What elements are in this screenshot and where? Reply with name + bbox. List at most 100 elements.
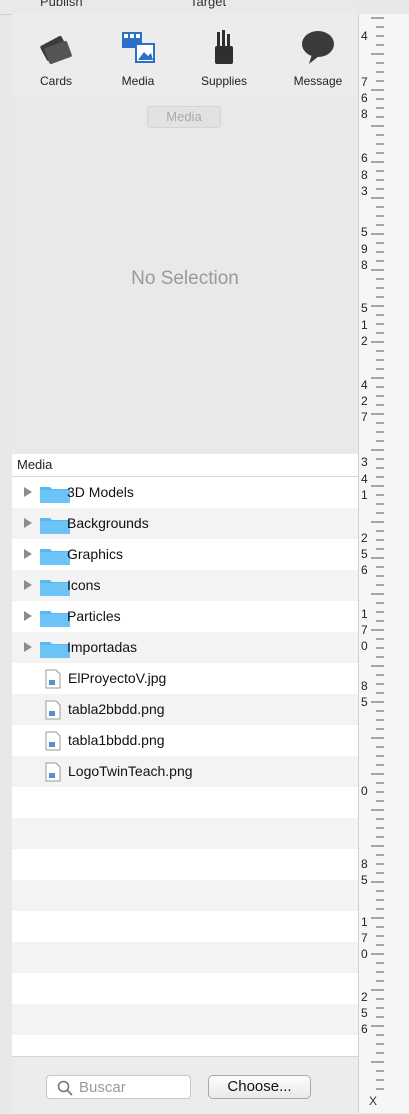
toolbar-button-cards[interactable]: Cards xyxy=(16,26,96,88)
ruler-digit: 7 xyxy=(361,75,368,89)
ruler-digit: 0 xyxy=(361,947,368,961)
folder-label: Icons xyxy=(67,577,101,593)
ruler-digit: 5 xyxy=(361,873,368,887)
folder-label: Graphics xyxy=(67,546,124,562)
image-file-icon xyxy=(45,669,61,689)
disclosure-triangle-icon[interactable] xyxy=(24,549,32,559)
media-library: Media 3D Models Backgrounds Graphics Ico… xyxy=(12,454,358,1066)
empty-row xyxy=(12,818,358,849)
ruler-digit: 1 xyxy=(361,488,368,502)
message-icon xyxy=(302,31,334,64)
bottom-bar: Buscar Choose... xyxy=(12,1056,358,1114)
ruler-ticks: 4 7 6 8 6 8 3 5 9 8 5 1 2 4 2 7 3 4 1 2 5 6 1 7 0 8 5 0 8 5 1 7 0 2 5 6 xyxy=(361,17,384,1090)
search-icon xyxy=(57,1080,73,1096)
list-item-file[interactable]: tabla2bbdd.png xyxy=(12,694,358,725)
ruler-digit: 8 xyxy=(361,168,368,182)
ruler-coordinate-label: X xyxy=(369,1094,378,1108)
ruler-digit: 6 xyxy=(361,1022,368,1036)
list-item-file[interactable]: LogoTwinTeach.png xyxy=(12,756,358,787)
ruler-digit: 3 xyxy=(361,455,368,469)
inspector-title: Media xyxy=(147,106,221,128)
list-item-file[interactable]: ElProyectoV.jpg xyxy=(12,663,358,694)
ruler-digit: 2 xyxy=(361,334,368,348)
list-item-folder[interactable]: Particles xyxy=(12,601,358,632)
empty-row xyxy=(12,787,358,818)
file-label: tabla2bbdd.png xyxy=(68,701,165,717)
choose-button[interactable]: Choose... xyxy=(208,1075,311,1099)
ruler-digit: 1 xyxy=(361,607,368,621)
library-list: 3D Models Backgrounds Graphics Icons Par xyxy=(12,477,358,1066)
file-label: ElProyectoV.jpg xyxy=(68,670,167,686)
toolbar-label-cards: Cards xyxy=(39,74,72,88)
empty-row xyxy=(12,911,358,942)
ruler-digit: 0 xyxy=(361,784,368,798)
empty-row xyxy=(12,1004,358,1035)
target-tab-label[interactable]: Target xyxy=(190,0,226,9)
empty-row xyxy=(12,973,358,1004)
ruler-digit: 1 xyxy=(361,318,368,332)
ruler-digit: 6 xyxy=(361,91,368,105)
publish-tab-label[interactable]: Publish xyxy=(40,0,83,9)
ruler-digit: 3 xyxy=(361,184,368,198)
ruler-digit: 4 xyxy=(361,472,368,486)
ruler-digit: 8 xyxy=(361,679,368,693)
ruler-digit: 8 xyxy=(361,107,368,121)
ruler-digit: 4 xyxy=(361,29,368,43)
image-file-icon xyxy=(45,700,61,720)
disclosure-triangle-icon[interactable] xyxy=(24,487,32,497)
ruler-digit: 5 xyxy=(361,695,368,709)
image-file-icon xyxy=(45,762,61,782)
toolbar-button-message[interactable]: Message xyxy=(278,26,358,88)
ruler-digit: 7 xyxy=(361,410,368,424)
toolbar-label-supplies: Supplies xyxy=(200,74,248,88)
list-item-folder[interactable]: Importadas xyxy=(12,632,358,663)
toolbar-button-media[interactable]: Media xyxy=(98,26,178,88)
image-file-icon xyxy=(45,731,61,751)
empty-row xyxy=(12,849,358,880)
list-item-folder[interactable]: Graphics xyxy=(12,539,358,570)
ruler-digit: 0 xyxy=(361,639,368,653)
ruler-digit: 6 xyxy=(361,563,368,577)
cards-icon xyxy=(40,36,72,64)
ruler-digit: 2 xyxy=(361,394,368,408)
ruler-digit: 5 xyxy=(361,225,368,239)
list-item-folder[interactable]: Backgrounds xyxy=(12,508,358,539)
toolbar-label-message: Message xyxy=(293,74,343,88)
ruler-digit: 4 xyxy=(361,378,368,392)
search-field[interactable]: Buscar xyxy=(46,1075,191,1099)
disclosure-triangle-icon[interactable] xyxy=(24,518,32,528)
list-item-folder[interactable]: 3D Models xyxy=(12,477,358,508)
ruler-digit: 6 xyxy=(361,151,368,165)
disclosure-triangle-icon[interactable] xyxy=(24,580,32,590)
vertical-ruler: 4 7 6 8 6 8 3 5 9 8 5 1 2 4 2 7 3 4 1 2 5 6 1 7 0 8 5 0 8 5 1 7 0 2 5 6 X xyxy=(358,14,409,1113)
disclosure-triangle-icon[interactable] xyxy=(24,611,32,621)
empty-row xyxy=(12,942,358,973)
ruler-digit: 2 xyxy=(361,990,368,1004)
media-panel: Cards Media Supplies Message Media No Se… xyxy=(12,14,358,1114)
folder-label: Particles xyxy=(67,608,121,624)
toolbar: Cards Media Supplies Message xyxy=(12,14,358,96)
library-header: Media xyxy=(12,454,358,477)
ruler-digit: 5 xyxy=(361,547,368,561)
ruler-digit: 2 xyxy=(361,531,368,545)
inspector-area: Media No Selection xyxy=(12,96,358,454)
empty-row xyxy=(12,880,358,911)
toolbar-label-media: Media xyxy=(121,74,155,88)
ruler-digit: 7 xyxy=(361,931,368,945)
list-item-folder[interactable]: Icons xyxy=(12,570,358,601)
ruler-digit: 8 xyxy=(361,857,368,871)
supplies-icon xyxy=(215,30,233,64)
folder-label: 3D Models xyxy=(67,484,134,500)
ruler-digit: 7 xyxy=(361,623,368,637)
ruler-digit: 5 xyxy=(361,301,368,315)
folder-label: Backgrounds xyxy=(67,515,149,531)
ruler-digit: 9 xyxy=(361,242,368,256)
toolbar-button-supplies[interactable]: Supplies xyxy=(184,26,264,88)
no-selection-text: No Selection xyxy=(131,268,239,289)
window-header-strip: Publish Target xyxy=(0,0,358,15)
list-item-file[interactable]: tabla1bbdd.png xyxy=(12,725,358,756)
folder-label: Importadas xyxy=(67,639,138,655)
disclosure-triangle-icon[interactable] xyxy=(24,642,32,652)
ruler-digit: 5 xyxy=(361,1006,368,1020)
file-label: LogoTwinTeach.png xyxy=(68,763,193,779)
